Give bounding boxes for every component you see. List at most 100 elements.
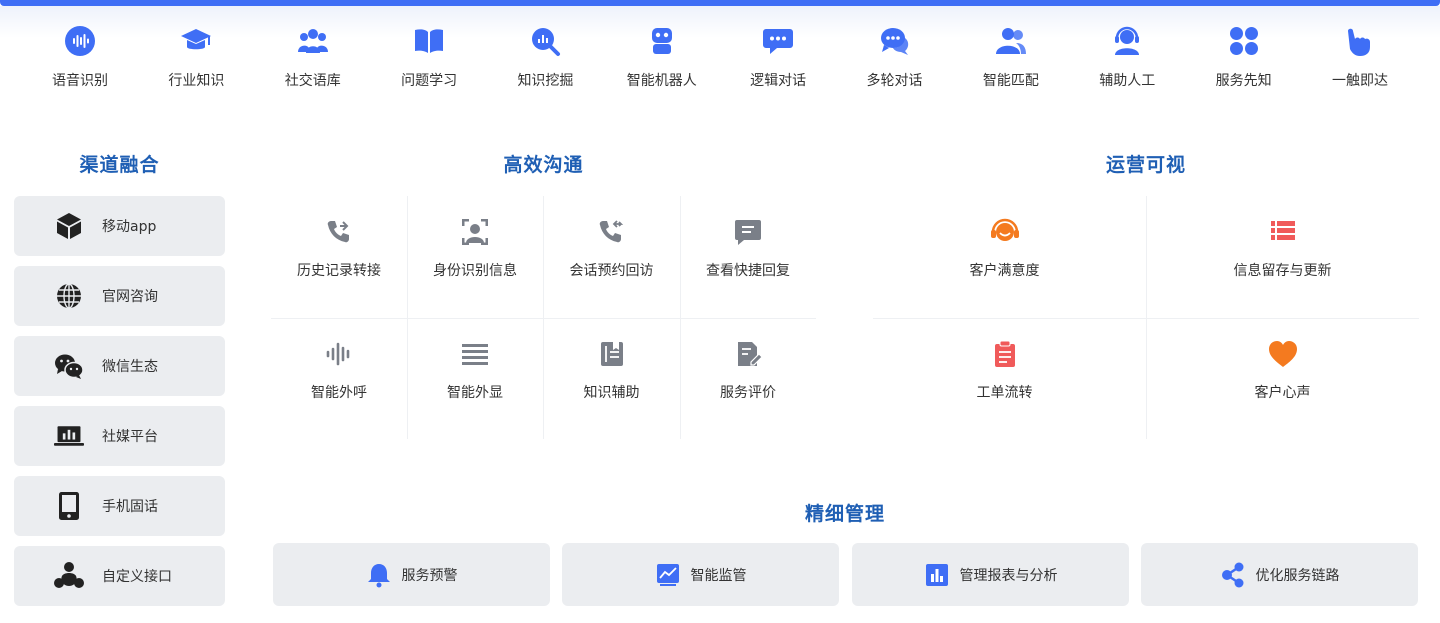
channel-label: 手机固话 xyxy=(102,499,158,515)
ops-label: 客户心声 xyxy=(1254,385,1311,401)
mgmt-smart-supervision[interactable]: 智能监管 xyxy=(562,543,839,606)
notebook-icon xyxy=(596,338,628,370)
channel-wechat[interactable]: 微信生态 xyxy=(14,336,225,396)
section-title-channels: 渠道融合 xyxy=(79,154,160,176)
multi-chat-icon xyxy=(878,24,912,58)
feature-industry-knowledge[interactable]: 行业知识 xyxy=(138,24,254,94)
channel-mobile-app[interactable]: 移动app xyxy=(14,196,225,256)
channel-label: 社媒平台 xyxy=(102,429,158,445)
feature-label: 服务先知 xyxy=(1215,73,1272,89)
section-title-operations: 运营可视 xyxy=(1105,154,1186,176)
feature-label: 行业知识 xyxy=(168,73,225,89)
channel-website[interactable]: 官网咨询 xyxy=(14,266,225,326)
channel-phone[interactable]: 手机固话 xyxy=(14,476,225,536)
chat-bubble-icon xyxy=(761,24,795,58)
feature-label: 辅助人工 xyxy=(1099,73,1156,89)
comm-label: 服务评价 xyxy=(720,385,776,401)
users-icon xyxy=(994,24,1028,58)
comm-label: 查看快捷回复 xyxy=(706,263,790,279)
comm-label: 智能外呼 xyxy=(311,385,367,401)
ops-ticket-flow[interactable]: 工单流转 xyxy=(873,318,1146,439)
feature-label: 社交语库 xyxy=(284,73,341,89)
phone-callback-icon xyxy=(596,216,628,248)
feature-label: 多轮对话 xyxy=(866,73,923,89)
sound-wave-icon xyxy=(323,338,355,370)
comm-smart-outbound[interactable]: 智能外呼 xyxy=(271,318,407,439)
book-icon xyxy=(412,24,446,58)
headset-agent-icon xyxy=(1110,24,1144,58)
ops-satisfaction[interactable]: 客户满意度 xyxy=(873,196,1146,318)
comm-service-review[interactable]: 服务评价 xyxy=(680,318,816,439)
feature-smart-match[interactable]: 智能匹配 xyxy=(953,24,1069,94)
ops-label: 客户满意度 xyxy=(969,263,1040,279)
feature-one-touch[interactable]: 一触即达 xyxy=(1302,24,1418,94)
feature-knowledge-mining[interactable]: 知识挖掘 xyxy=(487,24,603,94)
feature-logic-dialog[interactable]: 逻辑对话 xyxy=(720,24,836,94)
ops-customer-voice[interactable]: 客户心声 xyxy=(1146,318,1419,439)
channel-label: 官网咨询 xyxy=(102,289,158,305)
feature-voice-recognition[interactable]: 语音识别 xyxy=(22,24,138,94)
ops-info-retention[interactable]: 信息留存与更新 xyxy=(1146,196,1419,318)
feature-label: 一触即达 xyxy=(1331,73,1388,89)
comm-appointment-callback[interactable]: 会话预约回访 xyxy=(543,196,680,318)
comm-label: 身份识别信息 xyxy=(433,263,517,279)
edit-doc-icon xyxy=(732,338,764,370)
comm-label: 知识辅助 xyxy=(583,385,640,401)
feature-smart-robot[interactable]: 智能机器人 xyxy=(604,24,720,94)
comm-smart-display[interactable]: 智能外显 xyxy=(407,318,543,439)
channel-label: 自定义接口 xyxy=(102,569,172,585)
mgmt-label: 智能监管 xyxy=(690,567,747,584)
laptop-chart-icon xyxy=(54,421,84,451)
comm-knowledge-assist[interactable]: 知识辅助 xyxy=(543,318,680,439)
channel-custom-api[interactable]: 自定义接口 xyxy=(14,546,225,606)
section-title-communication: 高效沟通 xyxy=(503,154,584,176)
clover-icon xyxy=(1227,24,1261,58)
comm-label: 会话预约回访 xyxy=(569,263,654,279)
feature-label: 逻辑对话 xyxy=(750,73,807,89)
graduation-cap-icon xyxy=(179,24,213,58)
heart-icon xyxy=(1267,338,1299,370)
monitor-chart-icon xyxy=(655,562,681,588)
mgmt-reports[interactable]: 管理报表与分析 xyxy=(852,543,1129,606)
feature-label: 智能机器人 xyxy=(626,73,697,89)
feature-label: 问题学习 xyxy=(401,73,458,89)
network-icon xyxy=(54,561,84,591)
mgmt-service-alert[interactable]: 服务预警 xyxy=(273,543,550,606)
comm-identity-info[interactable]: 身份识别信息 xyxy=(407,196,543,318)
feature-multi-turn-dialog[interactable]: 多轮对话 xyxy=(837,24,953,94)
channel-label: 微信生态 xyxy=(102,359,158,375)
comm-quick-reply[interactable]: 查看快捷回复 xyxy=(680,196,816,318)
comm-label: 智能外显 xyxy=(447,385,503,401)
ops-label: 工单流转 xyxy=(976,385,1033,401)
search-chart-icon xyxy=(528,24,562,58)
feature-question-learning[interactable]: 问题学习 xyxy=(371,24,487,94)
cube-icon xyxy=(54,211,84,241)
share-nodes-icon xyxy=(1220,562,1246,588)
mgmt-label: 服务预警 xyxy=(401,567,458,584)
phone-device-icon xyxy=(54,491,84,521)
feature-assist-agent[interactable]: 辅助人工 xyxy=(1069,24,1185,94)
comm-history-transfer[interactable]: 历史记录转接 xyxy=(271,196,407,318)
mgmt-optimize-chain[interactable]: 优化服务链路 xyxy=(1141,543,1418,606)
section-title-management: 精细管理 xyxy=(804,503,885,525)
channel-social-media[interactable]: 社媒平台 xyxy=(14,406,225,466)
clipboard-icon xyxy=(989,338,1021,370)
channel-list: 移动app 官网咨询 微信生态 社媒平台 手机固话 自定义接口 xyxy=(14,196,225,616)
feature-social-corpus[interactable]: 社交语库 xyxy=(255,24,371,94)
feature-strip: 语音识别 行业知识 社交语库 问题学习 知识挖掘 智能机器人 逻辑对话 多轮对话… xyxy=(22,24,1418,94)
group-icon xyxy=(296,24,330,58)
mgmt-label: 管理报表与分析 xyxy=(959,567,1058,584)
list-icon xyxy=(1267,216,1299,248)
feature-label: 语音识别 xyxy=(52,73,108,89)
customer-service-icon xyxy=(989,216,1021,248)
tap-hand-icon xyxy=(1343,24,1377,58)
robot-icon xyxy=(645,24,679,58)
mgmt-label: 优化服务链路 xyxy=(1255,567,1340,584)
wechat-icon xyxy=(54,351,84,381)
ops-label: 信息留存与更新 xyxy=(1233,263,1332,279)
feature-service-foresight[interactable]: 服务先知 xyxy=(1186,24,1302,94)
bar-chart-icon xyxy=(924,562,950,588)
face-id-icon xyxy=(459,216,491,248)
comm-label: 历史记录转接 xyxy=(297,263,381,279)
feature-label: 智能匹配 xyxy=(982,73,1039,89)
